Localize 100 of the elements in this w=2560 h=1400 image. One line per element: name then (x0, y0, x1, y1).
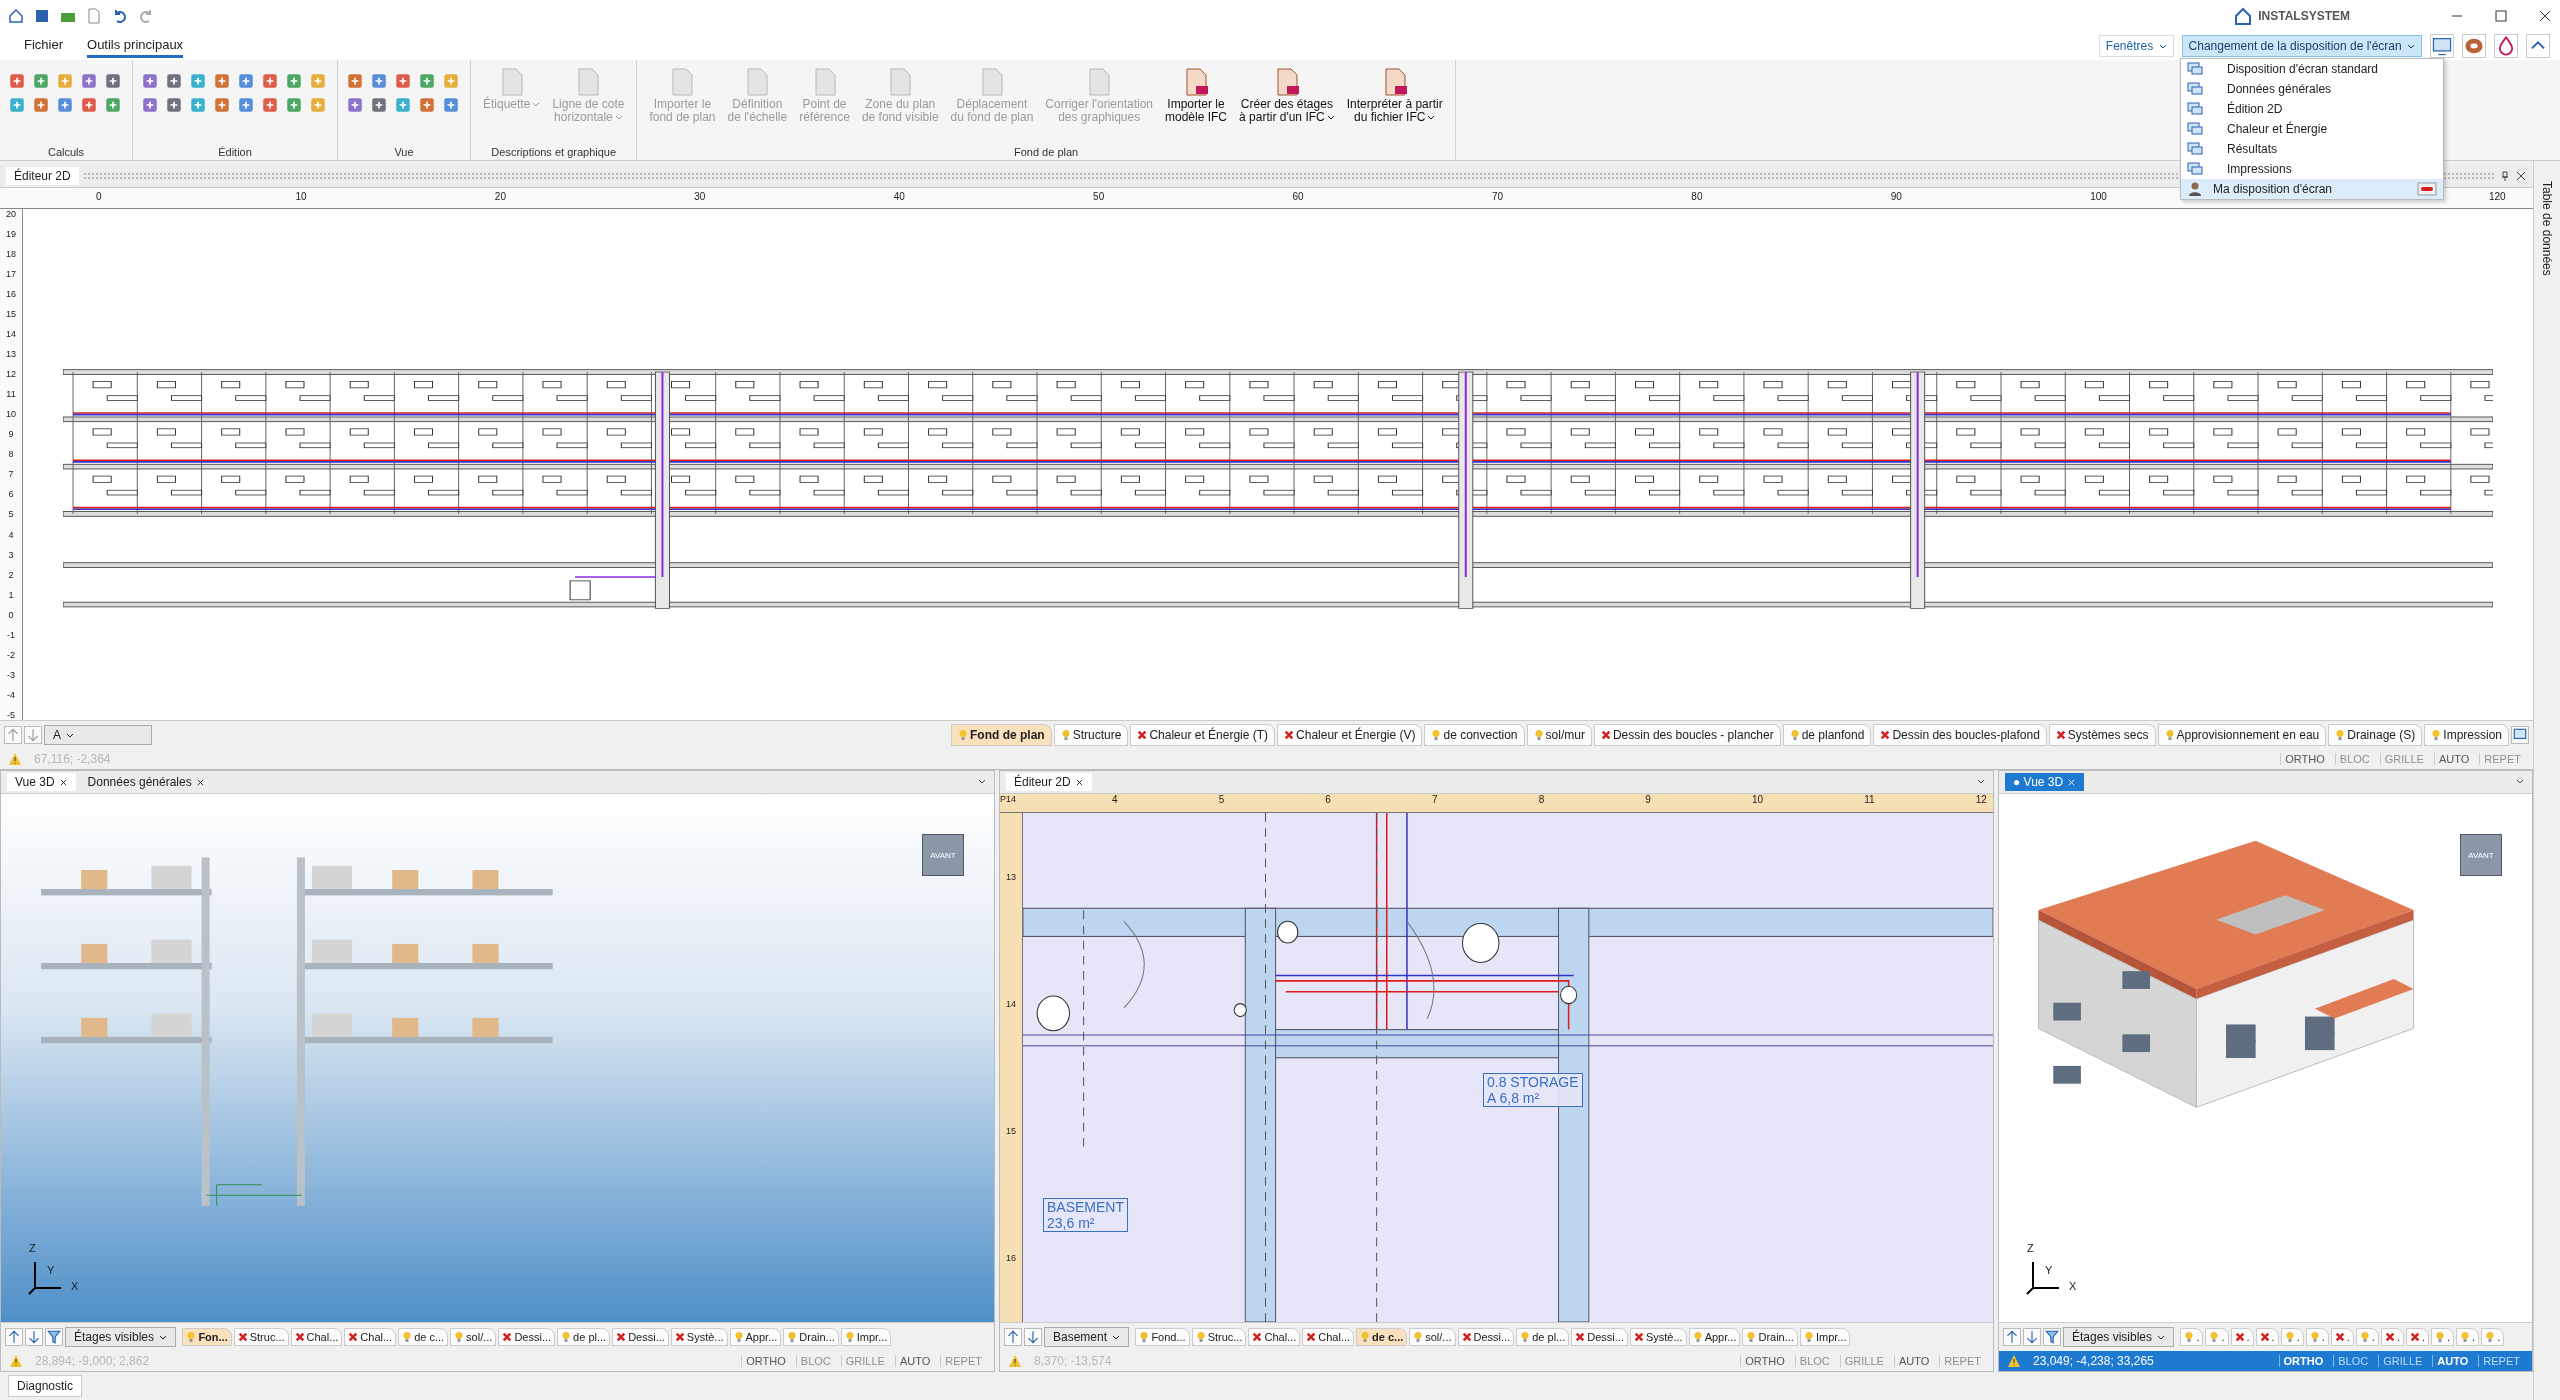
page-icon[interactable] (86, 8, 102, 24)
menu-item[interactable]: Impressions (2181, 159, 2443, 179)
menu-item[interactable]: Données générales (2181, 79, 2443, 99)
layer-tab[interactable]: . (2355, 1328, 2379, 1346)
layer-tab[interactable]: Drain... (1742, 1328, 1798, 1346)
diagnostic-tab[interactable]: Diagnostic (8, 1375, 83, 1397)
tool-icon[interactable] (394, 72, 412, 90)
layer-tab[interactable]: . (2305, 1328, 2329, 1346)
arrow-down-icon[interactable] (2023, 1328, 2041, 1346)
tool-icon[interactable] (237, 72, 255, 90)
layer-tab[interactable]: Dessi... (612, 1328, 669, 1346)
status-toggle[interactable]: AUTO (894, 1355, 935, 1367)
tool-icon[interactable] (237, 96, 255, 114)
tool-icon[interactable] (394, 96, 412, 114)
filter-icon[interactable] (2043, 1328, 2061, 1346)
layer-tab[interactable]: . (2456, 1328, 2480, 1346)
settings-icon[interactable] (2511, 726, 2529, 744)
tool-icon[interactable] (418, 96, 436, 114)
close-icon[interactable] (195, 777, 205, 787)
spool-icon[interactable] (2462, 34, 2486, 58)
layer-tab[interactable]: de planfond (1782, 724, 1872, 746)
layer-tab[interactable]: . (2180, 1328, 2204, 1346)
monitor-icon[interactable] (2430, 34, 2454, 58)
layer-tab[interactable]: Chal... (1248, 1328, 1301, 1346)
info-drop-icon[interactable] (2494, 34, 2518, 58)
layer-tab[interactable]: Fond de plan (951, 724, 1052, 746)
layer-tab[interactable]: Fond... (1135, 1328, 1190, 1346)
tool-icon[interactable] (32, 96, 50, 114)
layer-tab[interactable]: Systèmes secs (2048, 724, 2156, 746)
menu-item[interactable]: Ma disposition d'écran (2181, 179, 2443, 199)
arrow-up-icon[interactable] (2003, 1328, 2021, 1346)
panel-tab[interactable]: Éditeur 2D (1006, 773, 1092, 791)
layer-tab[interactable]: Chal... (290, 1328, 343, 1346)
tool-icon[interactable] (213, 72, 231, 90)
collapse-icon[interactable] (2526, 34, 2550, 58)
editor-tab[interactable]: Éditeur 2D (6, 167, 79, 185)
pin-icon[interactable] (2499, 170, 2511, 182)
warning-icon[interactable] (9, 1354, 23, 1368)
tool-icon[interactable] (442, 96, 460, 114)
level-dropdown[interactable]: Étages visibles (65, 1327, 177, 1347)
tool-icon[interactable] (56, 96, 74, 114)
status-toggle[interactable]: AUTO (2433, 753, 2474, 765)
layer-tab[interactable]: . (2255, 1328, 2279, 1346)
level-dropdown[interactable]: A (44, 725, 152, 745)
layer-tab[interactable]: Drainage (S) (2328, 724, 2423, 746)
close-icon[interactable] (2515, 170, 2527, 182)
tool-icon[interactable] (189, 96, 207, 114)
tool-icon[interactable] (104, 96, 122, 114)
tool-icon[interactable] (32, 72, 50, 90)
layer-tab[interactable]: Chal... (1302, 1328, 1355, 1346)
remove-icon[interactable] (2417, 182, 2437, 196)
tool-icon[interactable] (165, 96, 183, 114)
tool-icon[interactable] (104, 72, 122, 90)
layer-tab[interactable]: Struc... (233, 1328, 289, 1346)
layer-tab[interactable]: . (2330, 1328, 2354, 1346)
tool-icon[interactable] (261, 96, 279, 114)
windows-dropdown[interactable]: Fenêtres (2098, 35, 2174, 57)
tool-icon[interactable] (80, 72, 98, 90)
menu-item[interactable]: Chaleur et Énergie (2181, 119, 2443, 139)
layer-tab[interactable]: Appr... (1688, 1328, 1741, 1346)
tool-icon[interactable] (346, 96, 364, 114)
status-toggle[interactable]: ORTHO (1740, 1355, 1789, 1367)
layer-tab[interactable]: Approvisionnement en eau (2157, 724, 2327, 746)
close-icon[interactable] (1074, 777, 1084, 787)
layer-tab[interactable]: Systè... (670, 1328, 728, 1346)
layer-tab[interactable]: . (2431, 1328, 2455, 1346)
tool-icon[interactable] (418, 72, 436, 90)
tool-icon[interactable] (285, 72, 303, 90)
layer-tab[interactable]: Impression (2424, 724, 2509, 746)
layer-tab[interactable]: Struc... (1191, 1328, 1247, 1346)
layer-tab[interactable]: de convection (1424, 724, 1525, 746)
tool-icon[interactable] (141, 96, 159, 114)
layer-tab[interactable]: Impr... (840, 1328, 892, 1346)
layer-tab[interactable]: Dessin des boucles - plancher (1593, 724, 1781, 746)
close-icon[interactable] (58, 777, 68, 787)
layer-tab[interactable]: sol/mur (1526, 724, 1592, 746)
level-dropdown[interactable]: Basement (1044, 1327, 1130, 1347)
status-toggle[interactable]: ORTHO (741, 1355, 790, 1367)
arrow-up-icon[interactable] (1004, 1328, 1022, 1346)
filter-icon[interactable] (45, 1328, 63, 1346)
layer-tab[interactable]: . (2380, 1328, 2404, 1346)
layer-tab[interactable]: Dessin des boucles-plafond (1873, 724, 2047, 746)
status-toggle[interactable]: AUTO (1893, 1355, 1934, 1367)
layer-tab[interactable]: Fon... (182, 1328, 232, 1346)
layer-tab[interactable]: de c... (398, 1328, 449, 1346)
layer-tab[interactable]: . (2205, 1328, 2229, 1346)
layer-tab[interactable]: Dessi... (498, 1328, 556, 1346)
layer-tab[interactable]: . (2280, 1328, 2304, 1346)
redo-icon[interactable] (138, 8, 154, 24)
layer-tab[interactable]: . (2481, 1328, 2505, 1346)
panel-tab[interactable]: ● Vue 3D (2005, 773, 2085, 791)
layer-tab[interactable]: Chal... (344, 1328, 397, 1346)
status-toggle[interactable]: ORTHO (2280, 753, 2329, 765)
warning-icon[interactable] (8, 752, 22, 766)
ribbon-button[interactable]: Interpréter à partir du fichier IFC (1342, 64, 1447, 126)
layer-tab[interactable]: de pl... (557, 1328, 611, 1346)
home-icon[interactable] (8, 8, 24, 24)
status-toggle[interactable]: AUTO (2432, 1355, 2473, 1367)
layer-tab[interactable]: Dessi... (1457, 1328, 1515, 1346)
tool-icon[interactable] (8, 96, 26, 114)
